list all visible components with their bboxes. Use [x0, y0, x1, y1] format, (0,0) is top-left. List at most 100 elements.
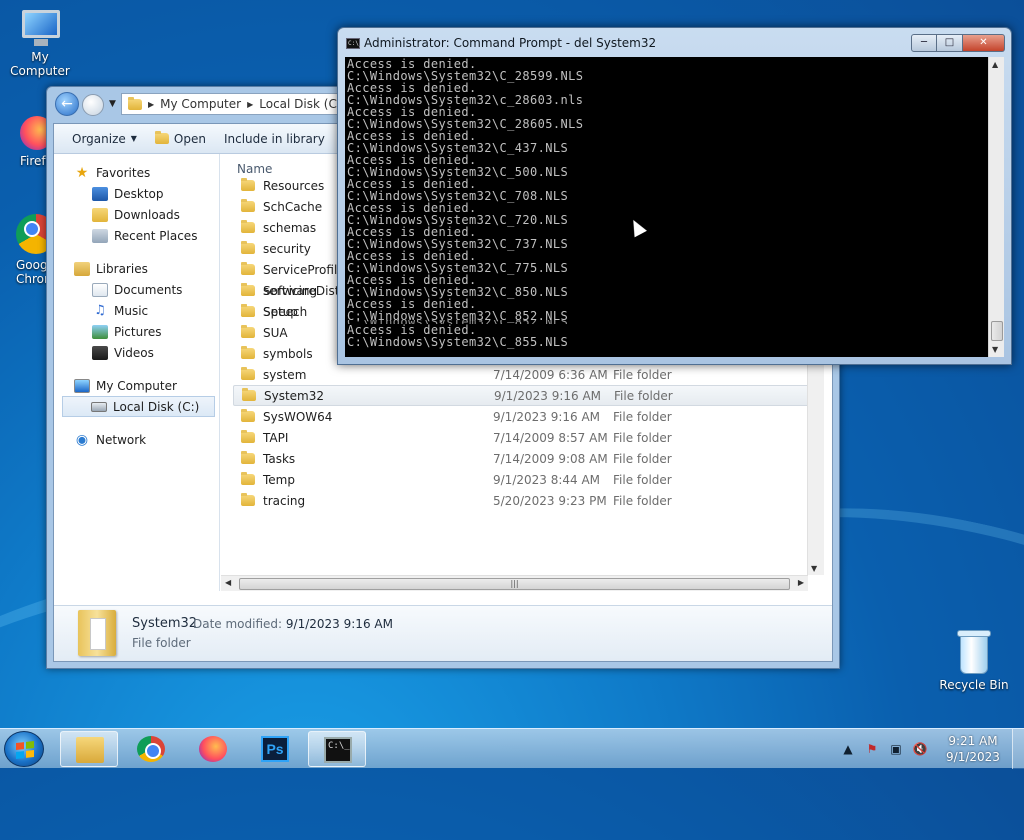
folder-icon — [241, 199, 255, 212]
desktop-icon-label: Goog Chrom — [16, 258, 50, 286]
window-title: Administrator: Command Prompt - del Syst… — [364, 36, 657, 50]
file-name: system — [263, 367, 307, 382]
chrome-icon — [16, 214, 50, 254]
file-date: 9/1/2023 9:16 AM — [493, 409, 601, 424]
vertical-scrollbar[interactable]: ▲ ▼ — [988, 57, 1004, 357]
maximize-button[interactable]: □ — [937, 34, 963, 52]
taskbar-explorer-button[interactable] — [60, 731, 118, 767]
scrollbar-thumb[interactable]: ||| — [239, 578, 790, 590]
taskbar-cmd-button[interactable]: C:\_ — [308, 731, 366, 767]
star-icon: ★ — [75, 164, 89, 181]
taskbar-photoshop-button[interactable]: Ps — [246, 731, 304, 767]
scroll-down-arrow-icon[interactable]: ▼ — [992, 345, 998, 354]
nav-local-disk[interactable]: Local Disk (C:) — [62, 396, 215, 417]
nav-documents[interactable]: Documents — [54, 279, 219, 300]
videos-icon — [92, 345, 108, 360]
folder-icon — [241, 325, 255, 338]
file-name: System32 — [264, 388, 325, 403]
table-row[interactable]: TAPI 7/14/2009 8:57 AM File folder — [233, 427, 809, 448]
desktop-icon-firefox[interactable]: Firefo — [0, 116, 50, 168]
show-hidden-icons-icon[interactable]: ▲ — [840, 741, 856, 757]
scrollbar-thumb[interactable] — [991, 321, 1003, 341]
close-button[interactable]: ✕ — [963, 34, 1005, 52]
file-type: File folder — [613, 451, 672, 466]
start-button[interactable] — [4, 731, 44, 767]
file-type: File folder — [613, 430, 672, 445]
downloads-icon — [92, 207, 108, 222]
scroll-right-arrow-icon[interactable]: ▶ — [798, 578, 804, 587]
file-date: 7/14/2009 8:57 AM — [493, 430, 608, 445]
nav-desktop[interactable]: Desktop — [54, 183, 219, 204]
scroll-down-arrow-icon[interactable]: ▼ — [811, 564, 817, 573]
file-date: 5/20/2023 9:23 PM — [493, 493, 607, 508]
taskbar-firefox-button[interactable] — [184, 731, 242, 767]
console-output[interactable]: Access is denied. C:\Windows\System32\C_2… — [345, 57, 988, 357]
nav-my-computer[interactable]: My Computer — [54, 375, 219, 396]
desktop-icon-chrome[interactable]: Goog Chrom — [0, 214, 50, 286]
organize-button[interactable]: Organize ▼ — [72, 132, 137, 146]
folder-icon — [76, 737, 104, 763]
network-status-icon[interactable]: ▣ — [888, 741, 904, 757]
navigation-pane: ★ Favorites Desktop Downloads Recent Plac… — [54, 154, 220, 591]
file-type: File folder — [613, 409, 672, 424]
address-bar[interactable]: ▶ My Computer ▶ Local Disk (C:) — [121, 93, 361, 115]
table-row[interactable]: tracing 5/20/2023 9:23 PM File folder — [233, 490, 809, 511]
clock[interactable]: 9:21 AM 9/1/2023 — [938, 733, 1008, 765]
file-name: Resources — [263, 178, 325, 193]
folder-icon — [241, 472, 255, 485]
action-center-icon[interactable]: ⚑ — [864, 741, 880, 757]
nav-network[interactable]: ◉ Network — [54, 429, 219, 450]
desktop-icon-my-computer[interactable]: My Computer — [0, 8, 80, 78]
nav-favorites[interactable]: ★ Favorites — [54, 162, 219, 183]
recent-pages-dropdown[interactable]: ▼ — [109, 99, 116, 109]
folder-icon — [241, 451, 255, 464]
music-icon: ♫ — [94, 302, 106, 318]
folder-icon — [241, 283, 255, 296]
breadcrumb-local-disk[interactable]: Local Disk (C:) — [259, 97, 345, 111]
table-row[interactable]: SysWOW64 9/1/2023 9:16 AM File folder — [233, 406, 809, 427]
breadcrumb-my-computer[interactable]: My Computer — [160, 97, 241, 111]
scroll-left-arrow-icon[interactable]: ◀ — [225, 578, 231, 587]
caption-buttons: ─ □ ✕ — [911, 34, 1005, 52]
include-in-library-button[interactable]: Include in library — [224, 132, 325, 146]
minimize-button[interactable]: ─ — [911, 34, 937, 52]
chevron-right-icon[interactable]: ▶ — [148, 100, 154, 109]
chevron-right-icon[interactable]: ▶ — [247, 100, 253, 109]
desktop-icon-recycle-bin[interactable]: Recycle Bin — [934, 630, 1014, 692]
column-header-name[interactable]: Name — [237, 162, 272, 176]
nav-videos[interactable]: Videos — [54, 342, 219, 363]
file-name: SysWOW64 — [263, 409, 333, 424]
table-row[interactable]: Tasks 7/14/2009 9:08 AM File folder — [233, 448, 809, 469]
horizontal-scrollbar[interactable]: ◀ ||| ▶ — [221, 575, 808, 591]
volume-muted-icon[interactable]: 🔇 — [912, 741, 928, 757]
details-type: File folder — [132, 636, 191, 650]
table-row[interactable]: Temp 9/1/2023 8:44 AM File folder — [233, 469, 809, 490]
file-type: File folder — [613, 472, 672, 487]
nav-music[interactable]: ♫ Music — [54, 300, 219, 321]
back-button[interactable]: ← — [55, 92, 79, 116]
forward-button[interactable] — [82, 94, 104, 116]
show-desktop-button[interactable] — [1012, 729, 1024, 769]
taskbar-chrome-button[interactable] — [122, 731, 180, 767]
nav-libraries[interactable]: Libraries — [54, 258, 219, 279]
nav-pictures[interactable]: Pictures — [54, 321, 219, 342]
drive-icon — [91, 401, 107, 412]
desktop-icon-label: Recycle Bin — [939, 678, 1009, 692]
nav-downloads[interactable]: Downloads — [54, 204, 219, 225]
system-tray: ▲ ⚑ ▣ 🔇 — [840, 729, 928, 769]
open-button[interactable]: Open — [154, 131, 206, 146]
file-type: File folder — [614, 388, 673, 403]
scroll-up-arrow-icon[interactable]: ▲ — [992, 60, 998, 69]
pictures-icon — [92, 324, 108, 339]
folder-icon — [241, 409, 255, 422]
folder-icon — [241, 493, 255, 506]
clock-time: 9:21 AM — [948, 734, 998, 748]
windows-logo-icon — [16, 741, 34, 759]
table-row[interactable]: System32 9/1/2023 9:16 AM File folder — [233, 385, 809, 406]
command-prompt-window[interactable]: C:\_ Administrator: Command Prompt - del… — [337, 27, 1012, 365]
table-row[interactable]: system 7/14/2009 6:36 AM File folder — [233, 364, 809, 385]
clock-date: 9/1/2023 — [946, 750, 1000, 764]
file-date: 7/14/2009 9:08 AM — [493, 451, 608, 466]
nav-recent-places[interactable]: Recent Places — [54, 225, 219, 246]
network-icon: ◉ — [75, 431, 89, 448]
